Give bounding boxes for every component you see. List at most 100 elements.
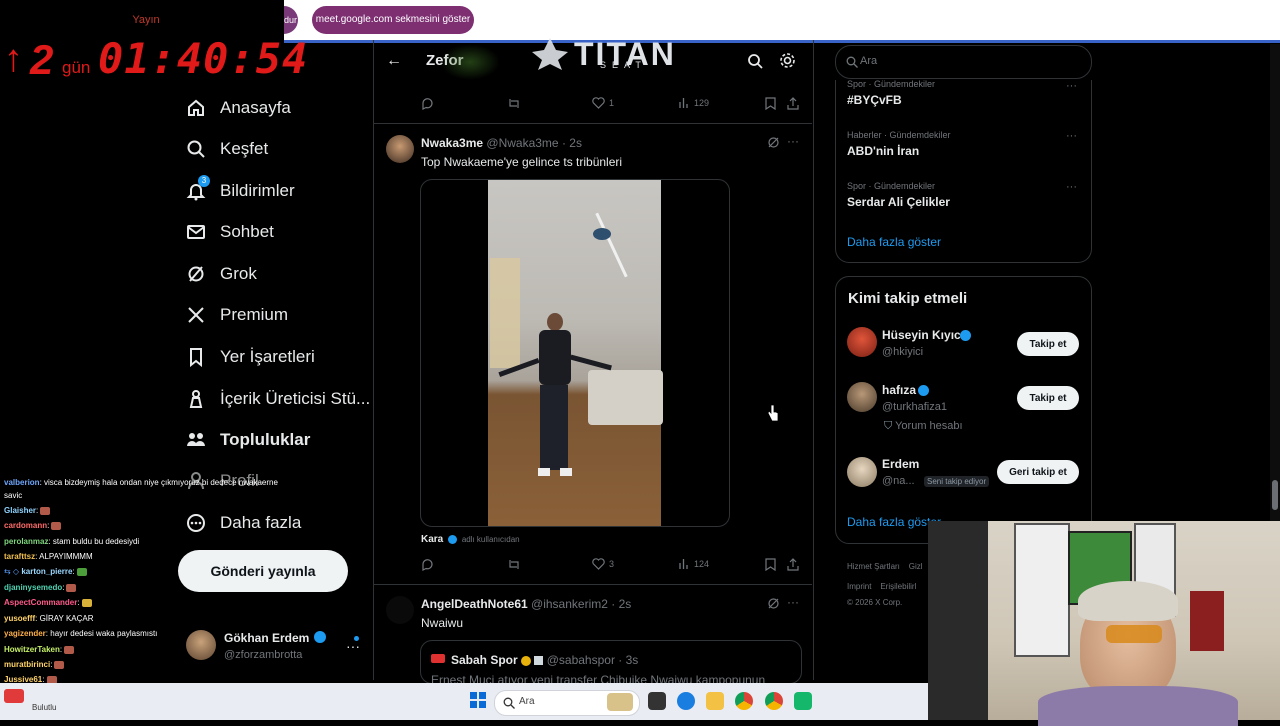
like-count: 3 (609, 559, 615, 569)
avatar[interactable] (386, 596, 414, 624)
nav-item-home[interactable]: Anasayfa (186, 93, 291, 123)
tweet-author[interactable]: AngelDeathNote61 (421, 597, 528, 611)
footer-link[interactable]: Hizmet Şartları Gizl (847, 562, 923, 571)
follow-handle: @turkhafiza1 (882, 401, 947, 413)
nav-item-communities[interactable]: Topluluklar (186, 425, 310, 455)
more-dots-icon[interactable]: ··· (1066, 80, 1077, 92)
share-icon[interactable] (787, 558, 799, 576)
attribution-name[interactable]: Kara (421, 534, 443, 545)
tweet-text: Top Nwakaeme'ye gelince ts tribünleri (421, 155, 623, 169)
follow-name[interactable]: hafıza (882, 383, 916, 397)
nav-item-more[interactable]: Daha fazla (186, 508, 301, 538)
nav-item-creator-studio[interactable]: İçerik Üreticisi Stü... (186, 384, 370, 414)
tweet-time: 2s (569, 136, 582, 150)
creator-icon (186, 389, 206, 409)
search-placeholder: Ara (860, 55, 878, 67)
avatar[interactable] (847, 457, 877, 487)
meet-tab-pill[interactable]: meet.google.com sekmesini göster (312, 6, 474, 34)
divider (374, 584, 812, 585)
task-view-icon[interactable] (648, 692, 666, 710)
avatar[interactable] (847, 327, 877, 357)
avatar (186, 630, 216, 660)
trend-item[interactable]: ABD'nin İran (847, 144, 919, 158)
chat-message: Glaisher: (4, 506, 51, 515)
search-input[interactable]: Ara (835, 45, 1092, 79)
nav-item-bookmarks[interactable]: Yer İşaretleri (186, 342, 315, 372)
nav-item-label: Yer İşaretleri (220, 347, 315, 366)
follows-you-badge: Seni takip ediyor (924, 476, 990, 487)
follow-back-button[interactable]: Geri takip et (997, 460, 1079, 484)
gear-icon[interactable] (779, 52, 796, 74)
search-highlight-icon (607, 693, 633, 711)
nav-item-label: Daha fazla (220, 513, 302, 532)
chat-message: perolanmaz: stam buldu bu dedesiydi (4, 537, 140, 546)
views-stat[interactable]: 124 (678, 558, 709, 570)
show-more-link[interactable]: Daha fazla göster (847, 515, 941, 529)
chrome-profile-icon[interactable] (765, 692, 783, 710)
tweet-text: Nwaiwu (421, 616, 464, 630)
tweet-time: 2s (618, 597, 632, 611)
repost-icon[interactable] (507, 558, 521, 576)
nav-item-notifications[interactable]: 3 Bildirimler (186, 175, 295, 206)
repost-icon[interactable] (507, 97, 521, 115)
follow-button[interactable]: Takip et (1017, 332, 1079, 356)
footer-link[interactable]: Imprint Erişilebilirl (847, 582, 916, 591)
more-dots-icon[interactable]: ··· (1066, 130, 1077, 142)
video-ceiling-object (593, 228, 611, 240)
show-more-link[interactable]: Daha fazla göster (847, 235, 941, 249)
grok-icon[interactable] (767, 597, 780, 615)
more-dots-icon[interactable]: ··· (787, 134, 799, 148)
bookmark-icon[interactable] (765, 558, 776, 576)
like-button[interactable]: 1 (592, 97, 614, 109)
edge-icon[interactable] (677, 692, 695, 710)
emote-icon (51, 521, 62, 530)
trend-category: Spor · Gündemdekiler (847, 79, 936, 89)
avatar[interactable] (847, 382, 877, 412)
search-icon[interactable] (747, 53, 763, 74)
follow-name[interactable]: Erdem (882, 457, 919, 471)
more-dots-icon[interactable]: ··· (1066, 181, 1077, 193)
scrollbar-thumb[interactable] (1272, 480, 1278, 510)
timer-time: 01:40:54 (98, 34, 309, 83)
account-switcher[interactable]: Gökhan Erdem @zforzambrotta ··· (186, 628, 366, 670)
avatar[interactable] (386, 135, 414, 163)
tweet-author[interactable]: Nwaka3me (421, 136, 483, 150)
more-icon (186, 513, 206, 533)
app-icon[interactable] (794, 692, 812, 710)
reply-icon[interactable] (421, 558, 434, 576)
back-arrow-icon[interactable]: ← (386, 52, 402, 70)
webcam-overlay (928, 521, 1280, 726)
more-dots-icon[interactable]: ··· (787, 595, 799, 609)
grok-icon[interactable] (767, 136, 780, 154)
like-button[interactable]: 3 (592, 558, 614, 570)
trend-item[interactable]: #BYÇvFB (847, 93, 902, 107)
bookmark-icon[interactable] (765, 97, 776, 115)
nav-item-explore[interactable]: Keşfet (186, 134, 268, 164)
windows-start-icon[interactable] (470, 692, 486, 713)
home-icon (186, 98, 206, 118)
titan-logo-sub: SEAT (600, 60, 647, 70)
follow-name[interactable]: Hüseyin Kıyıcı (882, 328, 964, 342)
chat-message: djaninysemedo: (4, 583, 77, 592)
timer-days-unit: gün (62, 58, 91, 77)
follow-button[interactable]: Takip et (1017, 386, 1079, 410)
weather-icon[interactable] (4, 689, 24, 703)
chrome-icon[interactable] (735, 692, 753, 710)
taskbar-search[interactable]: Ara (494, 690, 640, 716)
timer-label: Yayın (132, 14, 160, 26)
nav-item-grok[interactable]: Grok (186, 259, 257, 289)
reply-icon[interactable] (421, 97, 434, 115)
post-button[interactable]: Gönderi yayınla (178, 550, 348, 592)
share-icon[interactable] (787, 97, 799, 115)
nav-item-label: Keşfet (220, 139, 269, 158)
views-stat[interactable]: 129 (678, 97, 709, 109)
quote-tweet[interactable]: Sabah Spor @sabahspor · 3s Ernest Muçi a… (420, 640, 802, 684)
trend-item[interactable]: Serdar Ali Çelikler (847, 195, 950, 209)
nav-item-premium[interactable]: Premium (186, 300, 288, 330)
video-frame (488, 180, 663, 526)
nav-item-messages[interactable]: Sohbet (186, 217, 274, 247)
file-explorer-icon[interactable] (706, 692, 724, 710)
grok-icon (186, 264, 206, 284)
quote-author: Sabah Spor (451, 653, 518, 667)
tweet-video[interactable] (420, 179, 730, 527)
